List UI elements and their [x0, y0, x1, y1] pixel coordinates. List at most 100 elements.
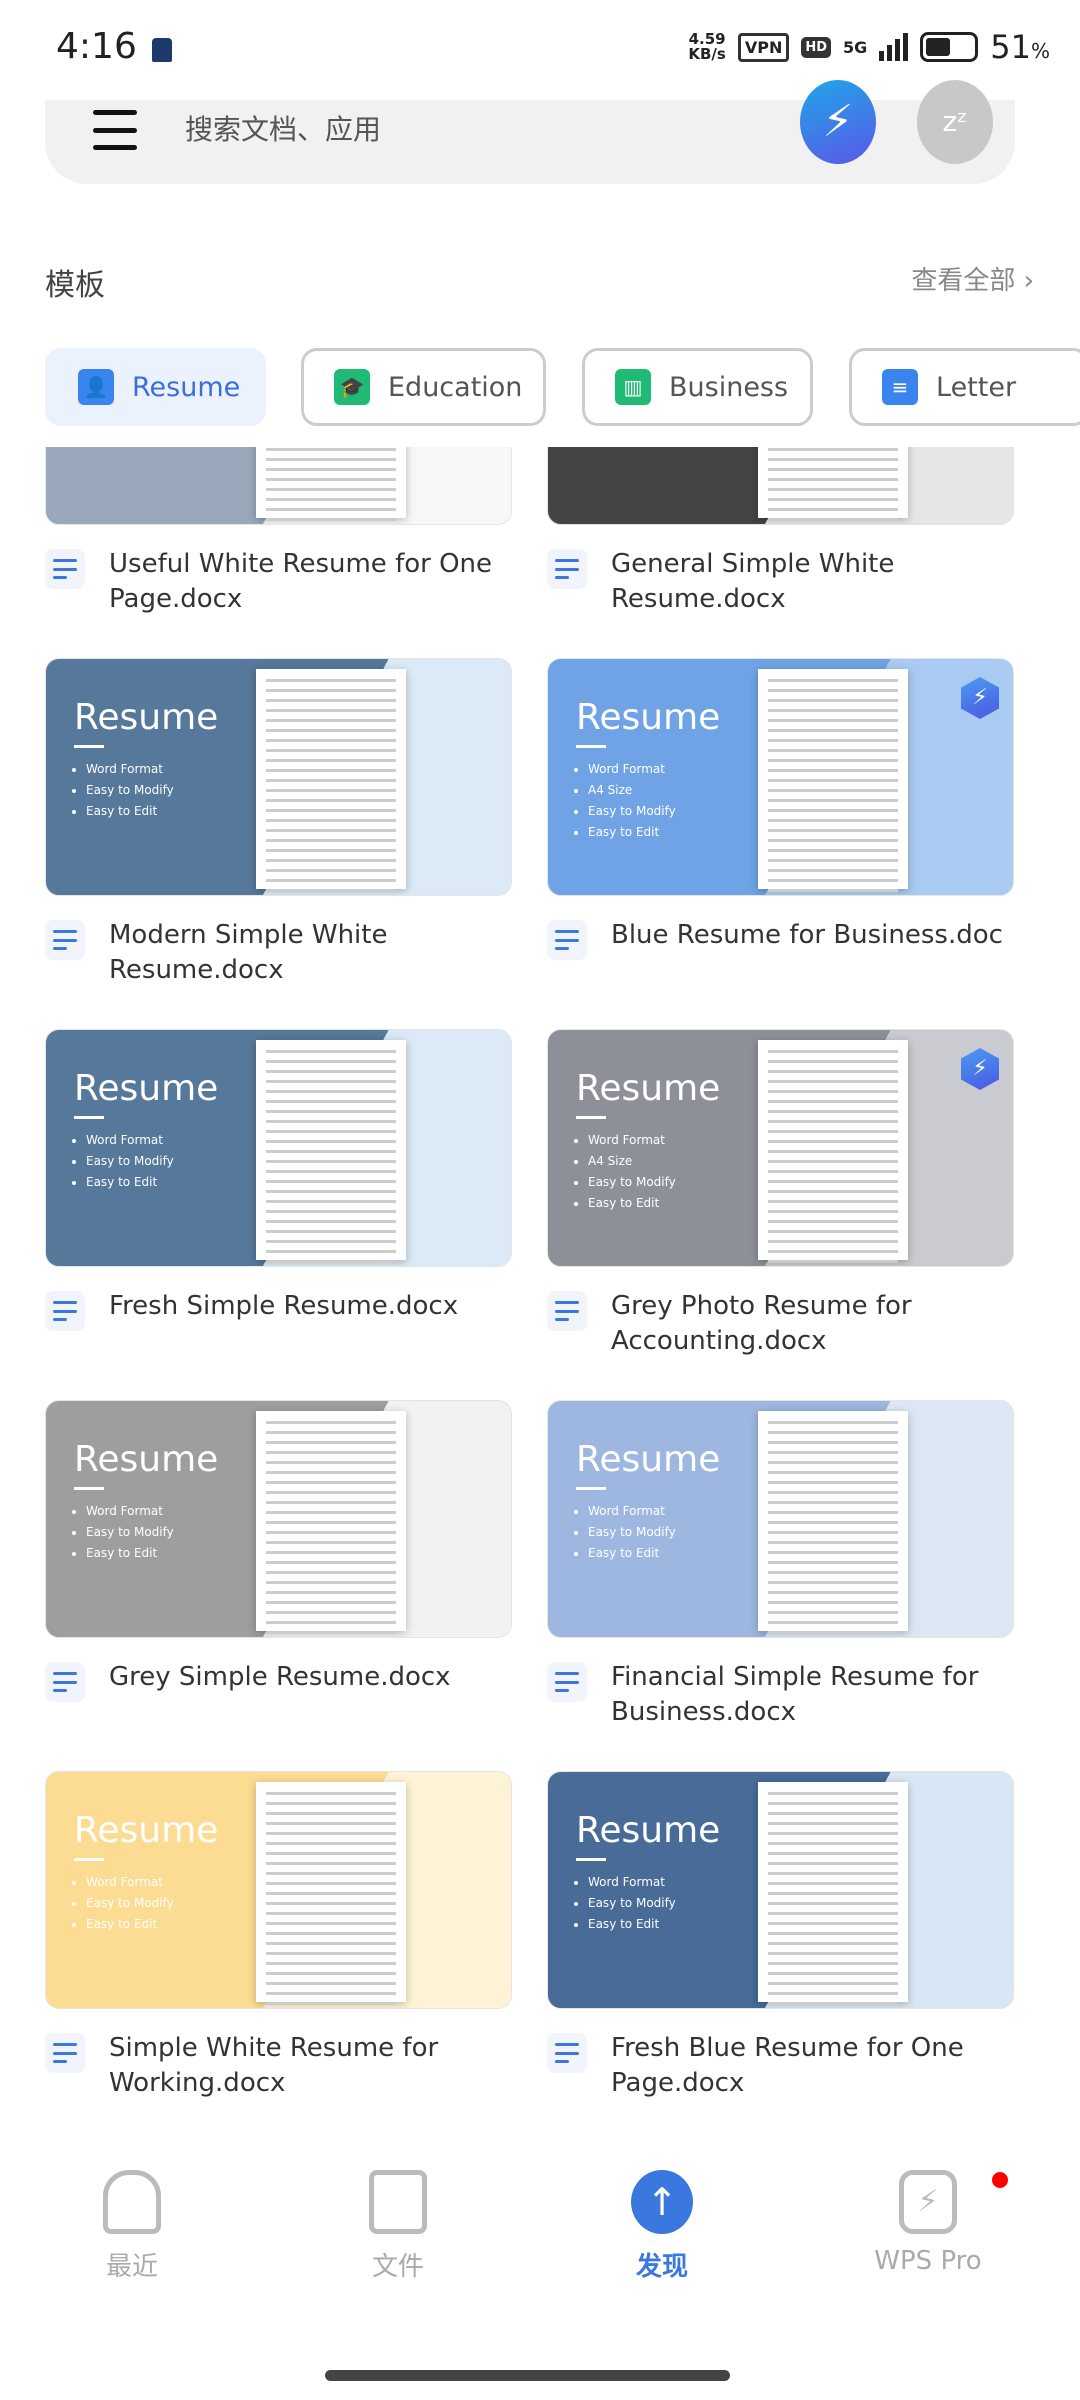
- template-thumbnail[interactable]: Resume Word FormatEasy to ModifyEasy to E…: [45, 1771, 512, 2009]
- home-indicator[interactable]: [325, 2370, 730, 2381]
- chip-label: Resume: [132, 371, 241, 403]
- document-icon: [547, 920, 587, 960]
- file-icon: [369, 2170, 427, 2234]
- template-card[interactable]: Resume Word FormatEasy to ModifyEasy to E…: [45, 1771, 512, 2101]
- template-card[interactable]: Resume Word FormatEasy to ModifyEasy to E…: [45, 1400, 512, 1702]
- template-card[interactable]: Useful White Resume for One Page.docx: [45, 447, 512, 617]
- template-title[interactable]: Grey Photo Resume for Accounting.docx: [611, 1289, 1014, 1359]
- template-thumbnail[interactable]: Resume Word FormatEasy to ModifyEasy to E…: [45, 658, 512, 896]
- thumbnail-bullets: Word FormatEasy to ModifyEasy to Edit: [86, 1130, 174, 1193]
- divider: [74, 1116, 104, 1119]
- template-title[interactable]: Financial Simple Resume for Business.doc…: [611, 1660, 1014, 1730]
- bullet: Easy to Modify: [588, 1172, 676, 1193]
- template-card[interactable]: General Simple White Resume.docx: [547, 447, 1014, 617]
- template-card[interactable]: Resume Word FormatEasy to ModifyEasy to E…: [45, 658, 512, 988]
- bullet: Word Format: [86, 1501, 174, 1522]
- template-thumbnail[interactable]: Resume Word FormatEasy to ModifyEasy to E…: [547, 1400, 1014, 1638]
- lightning-icon[interactable]: ⚡: [800, 80, 876, 164]
- menu-icon[interactable]: [93, 110, 137, 150]
- bullet: Easy to Modify: [588, 1893, 676, 1914]
- vpn-icon: VPN: [737, 32, 790, 62]
- chip-education[interactable]: 🎓 Education: [301, 348, 546, 426]
- chevron-right-icon: ›: [1023, 266, 1034, 296]
- divider: [74, 745, 104, 748]
- speed-unit: KB/s: [688, 45, 726, 63]
- document-icon: [547, 549, 587, 589]
- thumbnail-heading: Resume: [74, 1068, 219, 1109]
- category-chips: 👤 Resume 🎓 Education ▥ Business ≡ Letter: [45, 348, 1080, 426]
- template-card[interactable]: Resume Word FormatEasy to ModifyEasy to E…: [45, 1029, 512, 1331]
- clock: 4:16: [56, 26, 137, 67]
- premium-lightning-icon: ⚡: [961, 1048, 999, 1090]
- divider: [576, 1487, 606, 1490]
- template-card[interactable]: Resume Word FormatEasy to ModifyEasy to E…: [547, 1400, 1014, 1730]
- bullet: Easy to Edit: [86, 801, 174, 822]
- template-title[interactable]: Simple White Resume for Working.docx: [109, 2031, 512, 2101]
- bullet: Word Format: [588, 1501, 676, 1522]
- search-bar[interactable]: 搜索文档、应用 ⚡ zᶻ: [45, 80, 1015, 184]
- chip-label: Letter: [936, 371, 1017, 403]
- bullet: Easy to Modify: [86, 780, 174, 801]
- recent-icon: [103, 2170, 161, 2234]
- building-icon: ▥: [615, 369, 651, 405]
- nav-label: 文件: [371, 2252, 424, 2282]
- thumbnail-bullets: Word FormatEasy to ModifyEasy to Edit: [86, 759, 174, 822]
- bullet: Word Format: [86, 1872, 174, 1893]
- nav-recent[interactable]: 最近: [52, 2170, 212, 2283]
- template-list[interactable]: Useful White Resume for One Page.docx Gen…: [0, 447, 1080, 2137]
- template-thumbnail[interactable]: Resume Word FormatEasy to ModifyEasy to E…: [45, 1029, 512, 1267]
- wps-pro-icon: ⚡: [899, 2170, 957, 2234]
- divider: [576, 1116, 606, 1119]
- search-input[interactable]: 搜索文档、应用: [185, 108, 381, 148]
- chip-business[interactable]: ▥ Business: [582, 348, 813, 426]
- template-thumbnail[interactable]: Resume Word FormatA4 SizeEasy to ModifyEa…: [547, 658, 1014, 896]
- person-icon: 👤: [78, 369, 114, 405]
- template-title[interactable]: Useful White Resume for One Page.docx: [109, 547, 512, 617]
- battery-unit: %: [1030, 39, 1050, 63]
- template-title[interactable]: Modern Simple White Resume.docx: [109, 918, 512, 988]
- nav-wps-pro[interactable]: ⚡ WPS Pro: [848, 2170, 1008, 2276]
- template-thumbnail[interactable]: Resume Word FormatEasy to ModifyEasy to E…: [547, 1771, 1014, 2009]
- thumbnail-bullets: Word FormatEasy to ModifyEasy to Edit: [86, 1872, 174, 1935]
- chip-resume[interactable]: 👤 Resume: [45, 348, 266, 426]
- thumbnail-heading: Resume: [576, 1810, 721, 1851]
- nav-discover[interactable]: ↑ 发现: [582, 2170, 742, 2283]
- document-icon: [45, 549, 85, 589]
- bullet: A4 Size: [588, 1151, 676, 1172]
- chip-letter[interactable]: ≡ Letter: [849, 348, 1080, 426]
- document-preview: [758, 1411, 908, 1634]
- bullet: Easy to Edit: [588, 1914, 676, 1935]
- section-title: 模板: [45, 268, 105, 303]
- thumbnail-bullets: Word FormatA4 SizeEasy to ModifyEasy to …: [588, 1130, 676, 1214]
- document-icon: [45, 920, 85, 960]
- letter-icon: ≡: [882, 369, 918, 405]
- divider: [576, 1858, 606, 1861]
- template-thumbnail[interactable]: Resume Word FormatA4 SizeEasy to ModifyEa…: [547, 1029, 1014, 1267]
- document-preview: [256, 669, 406, 892]
- nav-files[interactable]: 文件: [318, 2170, 478, 2283]
- template-title[interactable]: General Simple White Resume.docx: [611, 547, 1014, 617]
- bullet: Easy to Modify: [86, 1522, 174, 1543]
- template-title[interactable]: Blue Resume for Business.doc: [611, 918, 1003, 960]
- bullet: Easy to Modify: [86, 1151, 174, 1172]
- template-card[interactable]: Resume Word FormatEasy to ModifyEasy to E…: [547, 1771, 1014, 2101]
- bullet: A4 Size: [588, 780, 676, 801]
- template-card[interactable]: Resume Word FormatA4 SizeEasy to ModifyEa…: [547, 658, 1014, 960]
- template-thumbnail[interactable]: [45, 447, 512, 525]
- avatar[interactable]: zᶻ: [917, 80, 993, 164]
- hd-icon: HD: [801, 36, 831, 58]
- nav-label: 发现: [635, 2252, 688, 2282]
- thumbnail-bullets: Word FormatEasy to ModifyEasy to Edit: [86, 1501, 174, 1564]
- bullet: Word Format: [86, 759, 174, 780]
- template-title[interactable]: Fresh Blue Resume for One Page.docx: [611, 2031, 1014, 2101]
- thumbnail-bullets: Word FormatEasy to ModifyEasy to Edit: [588, 1501, 676, 1564]
- divider: [74, 1858, 104, 1861]
- template-title[interactable]: Fresh Simple Resume.docx: [109, 1289, 458, 1331]
- template-thumbnail[interactable]: [547, 447, 1014, 525]
- template-card[interactable]: Resume Word FormatA4 SizeEasy to ModifyEa…: [547, 1029, 1014, 1359]
- document-preview: [256, 1411, 406, 1634]
- template-title[interactable]: Grey Simple Resume.docx: [109, 1660, 451, 1702]
- template-thumbnail[interactable]: Resume Word FormatEasy to ModifyEasy to E…: [45, 1400, 512, 1638]
- bottom-nav: 最近 文件 ↑ 发现 ⚡ WPS Pro: [0, 2150, 1080, 2310]
- see-all-link[interactable]: 查看全部 ›: [911, 260, 1034, 297]
